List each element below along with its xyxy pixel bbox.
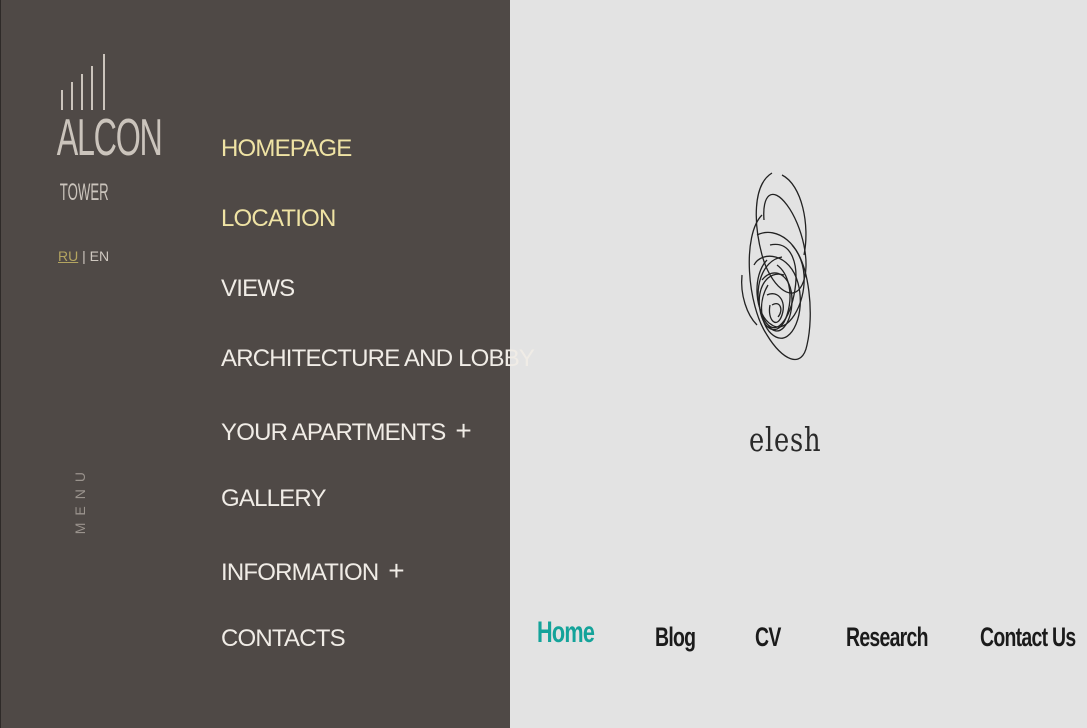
language-switcher: RU | EN [58, 248, 109, 264]
nav-label: YOUR APARTMENTS [221, 419, 446, 446]
nav-label: LOCATION [221, 205, 336, 232]
nav-your-apartments[interactable]: YOUR APARTMENTS + [221, 415, 472, 447]
nav-views[interactable]: VIEWS [221, 275, 295, 303]
site-nav-home[interactable]: Home [537, 616, 595, 650]
scribble-logo-icon [741, 172, 811, 360]
lang-en-link[interactable]: EN [90, 248, 109, 264]
nav-homepage[interactable]: HOMEPAGE [221, 135, 352, 163]
expand-plus-icon[interactable]: + [388, 555, 404, 586]
left-menu-panel: ALCON TOWER RU | EN MENU HOMEPAGE LOCATI… [0, 0, 535, 728]
nav-location[interactable]: LOCATION [221, 205, 336, 233]
nav-label: ARCHITECTURE AND LOBBY [221, 345, 535, 372]
panel-edge [0, 0, 1, 728]
lang-ru-link[interactable]: RU [58, 248, 78, 264]
logo-subtitle: TOWER [59, 179, 109, 206]
logo-wordmark: ALCON [56, 109, 163, 167]
nav-label: INFORMATION [221, 559, 379, 586]
site-nav-contact-us[interactable]: Contact Us [980, 622, 1076, 653]
site-nav-research[interactable]: Research [846, 622, 929, 653]
nav-information[interactable]: INFORMATION + [221, 555, 405, 587]
expand-plus-icon[interactable]: + [455, 415, 471, 446]
nav-label: VIEWS [221, 275, 295, 302]
nav-label: GALLERY [221, 485, 326, 512]
alcon-tower-logo[interactable]: ALCON TOWER [40, 50, 163, 210]
site-brand: elesh [749, 420, 822, 459]
site-nav-blog[interactable]: Blog [655, 622, 696, 653]
site-nav-cv[interactable]: CV [755, 622, 781, 653]
nav-label: HOMEPAGE [221, 135, 352, 162]
nav-contacts[interactable]: CONTACTS [221, 625, 346, 653]
nav-label: CONTACTS [221, 625, 346, 652]
menu-toggle[interactable]: MENU [72, 465, 92, 534]
lang-separator: | [82, 248, 86, 264]
tower-bars-icon [61, 54, 105, 110]
nav-architecture-and-lobby[interactable]: ARCHITECTURE AND LOBBY [221, 345, 535, 373]
nav-gallery[interactable]: GALLERY [221, 485, 326, 513]
